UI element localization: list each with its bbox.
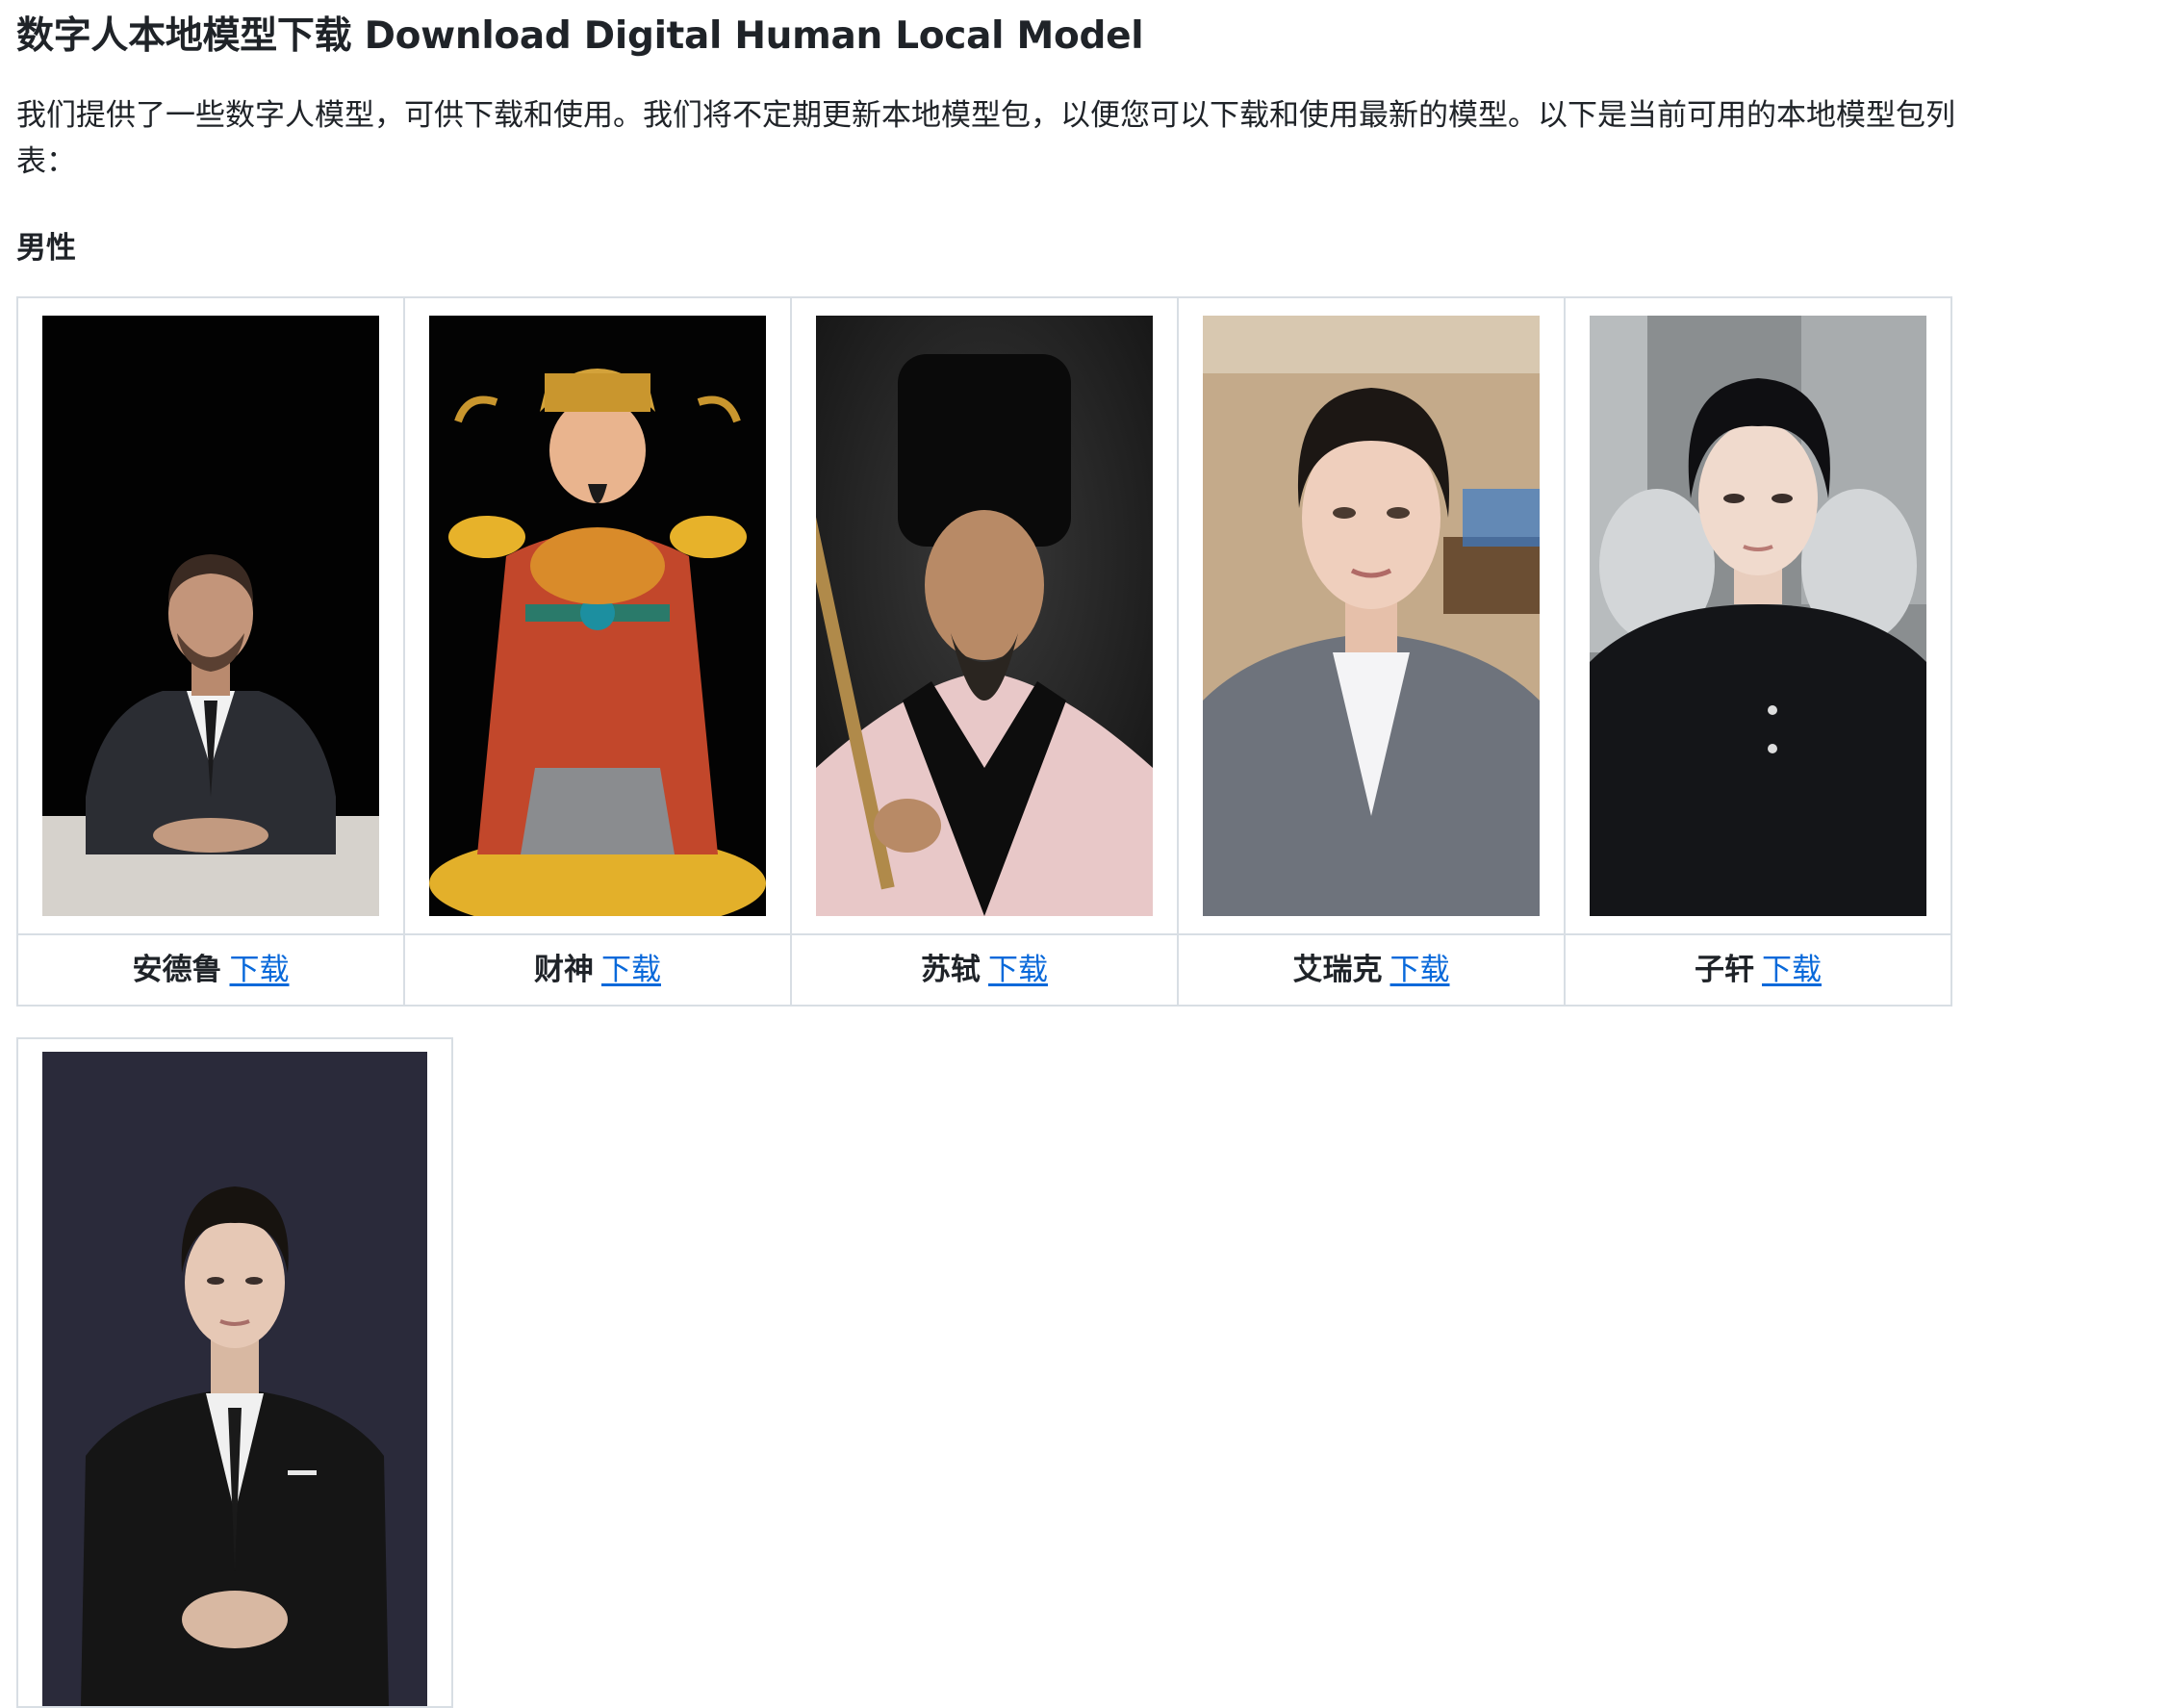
models-table-row2 xyxy=(16,1037,453,1708)
model-label-cell: 艾瑞克 下载 xyxy=(1177,933,1566,1007)
readme-content: 数字人本地模型下载 Download Digital Human Local M… xyxy=(16,0,2133,268)
thumb-row xyxy=(16,1037,453,1708)
model-image-sushi[interactable] xyxy=(816,316,1153,916)
model-image-zixuan[interactable] xyxy=(1590,316,1926,916)
model-image-standing-man[interactable] xyxy=(42,1052,427,1706)
model-name: 艾瑞克 xyxy=(1292,953,1383,987)
download-link-zixuan[interactable]: 下载 xyxy=(1762,953,1822,987)
model-label-cell: 子轩 下载 xyxy=(1564,933,1952,1007)
thumb-row xyxy=(16,296,1952,935)
model-thumb-cell xyxy=(16,296,405,935)
download-link-sushi[interactable]: 下载 xyxy=(988,953,1048,987)
model-name: 财神 xyxy=(534,953,594,987)
page-scrollbar[interactable] xyxy=(2155,0,2167,1659)
download-link-andrew[interactable]: 下载 xyxy=(230,953,290,987)
models-table-row1: 安德鲁 下载 财神 下载 苏轼 下载 艾瑞克 下载 子轩 下载 xyxy=(16,296,1952,1007)
model-image-andrew[interactable] xyxy=(42,316,379,916)
model-thumb-cell xyxy=(16,1037,453,1708)
model-thumb-cell xyxy=(403,296,792,935)
model-label-cell: 财神 下载 xyxy=(403,933,792,1007)
page-title: 数字人本地模型下载 Download Digital Human Local M… xyxy=(16,14,1144,58)
model-name: 子轩 xyxy=(1695,953,1754,987)
section-heading-male: 男性 xyxy=(16,231,76,266)
model-thumb-cell xyxy=(1177,296,1566,935)
intro-paragraph: 我们提供了一些数字人模型，可供下载和使用。我们将不定期更新本地模型包，以便您可以… xyxy=(16,98,1955,179)
model-name: 苏轼 xyxy=(921,953,981,987)
download-link-caishen[interactable]: 下载 xyxy=(601,953,661,987)
model-label-cell: 苏轼 下载 xyxy=(790,933,1179,1007)
label-row: 安德鲁 下载 财神 下载 苏轼 下载 艾瑞克 下载 子轩 下载 xyxy=(16,933,1952,1007)
download-link-eric[interactable]: 下载 xyxy=(1390,953,1450,987)
model-thumb-cell xyxy=(1564,296,1952,935)
model-thumb-cell xyxy=(790,296,1179,935)
model-label-cell: 安德鲁 下载 xyxy=(16,933,405,1007)
model-name: 安德鲁 xyxy=(132,953,222,987)
model-image-caishen[interactable] xyxy=(429,316,766,916)
model-image-eric[interactable] xyxy=(1203,316,1540,916)
